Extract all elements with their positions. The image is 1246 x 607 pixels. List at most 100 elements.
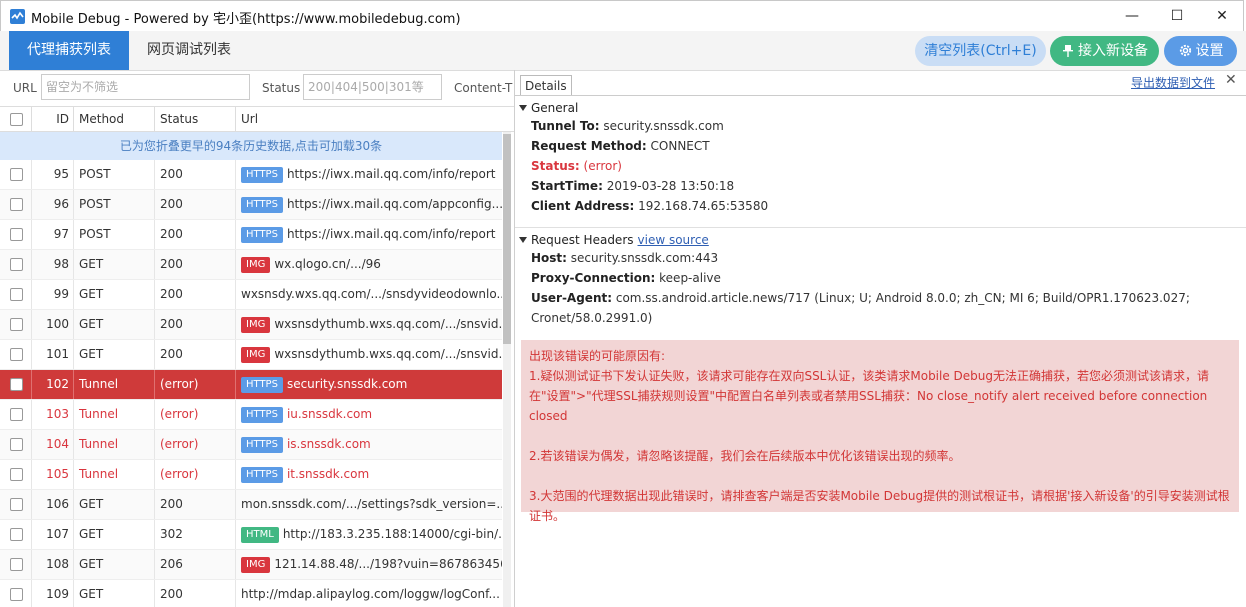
close-button[interactable]: ✕ [1199, 1, 1245, 32]
row-method: GET [74, 580, 155, 607]
tab-proxy-capture-list[interactable]: 代理捕获列表 [9, 31, 129, 70]
row-id: 103 [32, 400, 74, 429]
row-type-badge: HTTPS [241, 167, 283, 183]
user-agent-continuation: Cronet/58.0.2991.0) [531, 311, 653, 325]
row-checkbox[interactable] [10, 228, 23, 241]
table-row[interactable]: 106 GET 200 mon.snssdk.com/.../settings?sdk… [0, 490, 502, 520]
section-divider [515, 227, 1246, 228]
row-id: 99 [32, 280, 74, 309]
table-row[interactable]: 108 GET 206 IMG 121.14.88.48/.../198?vuin=86… [0, 550, 502, 580]
table-row[interactable]: 101 GET 200 IMG wxsnsdythumb.wxs.qq.com/.../… [0, 340, 502, 370]
view-source-link[interactable]: view source [638, 233, 709, 247]
connect-device-button[interactable]: 接入新设备 [1050, 36, 1159, 66]
row-checkbox[interactable] [10, 348, 23, 361]
row-select-cell [0, 400, 32, 429]
row-checkbox[interactable] [10, 468, 23, 481]
proxy-connection-field: Proxy-Connection: keep-alive [531, 271, 721, 285]
request-rows: 95 POST 200 HTTPS https://iwx.mail.qq.com/in… [0, 160, 502, 607]
row-checkbox[interactable] [10, 168, 23, 181]
maximize-button[interactable]: ☐ [1154, 1, 1200, 32]
row-select-cell [0, 430, 32, 459]
tunnel-to-key: Tunnel To: [531, 119, 600, 133]
header-method[interactable]: Method [74, 107, 155, 131]
table-row[interactable]: 98 GET 200 IMG wx.qlogo.cn/.../96 [0, 250, 502, 280]
tab-details[interactable]: Details [520, 75, 572, 96]
row-id: 105 [32, 460, 74, 489]
table-row[interactable]: 100 GET 200 IMG wxsnsdythumb.wxs.qq.com/.../… [0, 310, 502, 340]
row-select-cell [0, 460, 32, 489]
row-checkbox[interactable] [10, 318, 23, 331]
status-key: Status: [531, 159, 580, 173]
row-url-cell: mon.snssdk.com/.../settings?sdk_version=… [236, 490, 502, 519]
row-checkbox[interactable] [10, 378, 23, 391]
select-all-cell [0, 107, 32, 131]
pin-icon [1063, 45, 1073, 57]
tab-web-debug-list[interactable]: 网页调试列表 [136, 31, 242, 70]
request-headers-section-toggle[interactable]: Request Headers view source [519, 233, 709, 247]
table-row[interactable]: 104 Tunnel (error) HTTPS is.snssdk.com [0, 430, 502, 460]
row-type-badge: HTTPS [241, 437, 283, 453]
status-value: (error) [583, 159, 622, 173]
row-url-cell: HTTPS https://iwx.mail.qq.com/info/report [236, 160, 502, 189]
table-row[interactable]: 109 GET 200 http://mdap.alipaylog.com/loggw… [0, 580, 502, 607]
row-type-badge: HTTPS [241, 227, 283, 243]
client-address-key: Client Address: [531, 199, 635, 213]
header-url[interactable]: Url [236, 107, 502, 131]
minimize-button[interactable]: — [1109, 1, 1155, 32]
row-url-cell: IMG wxsnsdythumb.wxs.qq.com/.../snsvid... [236, 340, 502, 369]
table-row[interactable]: 103 Tunnel (error) HTTPS iu.snssdk.com [0, 400, 502, 430]
error-reason-2: 2.若该错误为偶发，请忽略该提醒，我们会在后续版本中优化该错误出现的频率。 [529, 449, 961, 463]
table-row[interactable]: 99 GET 200 wxsnsdy.wxs.qq.com/.../snsdyvide… [0, 280, 502, 310]
connect-device-label: 接入新设备 [1078, 43, 1148, 59]
header-id[interactable]: ID [32, 107, 74, 131]
row-checkbox[interactable] [10, 558, 23, 571]
row-url-cell: HTTPS security.snssdk.com [236, 370, 502, 399]
row-url-cell: HTTPS https://iwx.mail.qq.com/info/report [236, 220, 502, 249]
table-row[interactable]: 96 POST 200 HTTPS https://iwx.mail.qq.com/ap… [0, 190, 502, 220]
table-row[interactable]: 102 Tunnel (error) HTTPS security.snssdk.com [0, 370, 502, 400]
row-url: is.snssdk.com [286, 437, 371, 451]
row-checkbox[interactable] [10, 588, 23, 601]
row-checkbox[interactable] [10, 498, 23, 511]
row-checkbox[interactable] [10, 258, 23, 271]
settings-button[interactable]: 设置 [1164, 36, 1237, 66]
row-url: mon.snssdk.com/.../settings?sdk_version=… [241, 497, 502, 511]
table-header: ID Method Status Url [0, 106, 514, 132]
row-select-cell [0, 220, 32, 249]
row-url-cell: HTTPS it.snssdk.com [236, 460, 502, 489]
status-filter-input[interactable]: 200|404|500|301等 [303, 74, 442, 100]
load-history-notice[interactable]: 已为您折叠更早的94条历史数据,点击可加载30条 [0, 132, 502, 160]
header-status[interactable]: Status [155, 107, 236, 131]
row-checkbox[interactable] [10, 438, 23, 451]
url-filter-input[interactable]: 留空为不筛选 [41, 74, 250, 100]
row-method: GET [74, 550, 155, 579]
row-url: https://iwx.mail.qq.com/info/report [286, 227, 496, 241]
select-all-checkbox[interactable] [10, 113, 23, 126]
row-url: http://183.3.235.188:14000/cgi-bin/... [282, 527, 502, 541]
row-url-cell: http://mdap.alipaylog.com/loggw/logConf.… [236, 580, 502, 607]
row-checkbox[interactable] [10, 408, 23, 421]
list-scrollbar[interactable] [503, 132, 511, 607]
details-tab-divider [515, 95, 1246, 96]
table-row[interactable]: 107 GET 302 HTML http://183.3.235.188:14000/… [0, 520, 502, 550]
row-id: 96 [32, 190, 74, 219]
list-scrollbar-thumb[interactable] [503, 134, 511, 344]
table-row[interactable]: 95 POST 200 HTTPS https://iwx.mail.qq.com/in… [0, 160, 502, 190]
clear-list-button[interactable]: 清空列表(Ctrl+E) [915, 36, 1046, 66]
row-checkbox[interactable] [10, 288, 23, 301]
table-row[interactable]: 97 POST 200 HTTPS https://iwx.mail.qq.com/in… [0, 220, 502, 250]
row-checkbox[interactable] [10, 528, 23, 541]
row-id: 104 [32, 430, 74, 459]
gear-icon [1179, 44, 1191, 57]
general-section-toggle[interactable]: General [519, 101, 578, 115]
tunnel-to-value: security.snssdk.com [603, 119, 724, 133]
row-id: 106 [32, 490, 74, 519]
export-to-file-link[interactable]: 导出数据到文件 [1131, 74, 1215, 91]
row-method: POST [74, 220, 155, 249]
settings-label: 设置 [1195, 43, 1224, 59]
table-row[interactable]: 105 Tunnel (error) HTTPS it.snssdk.com [0, 460, 502, 490]
row-checkbox[interactable] [10, 198, 23, 211]
row-url: wxsnsdy.wxs.qq.com/.../snsdyvideodownlo.… [241, 287, 502, 301]
row-method: Tunnel [74, 430, 155, 459]
close-details-icon[interactable]: ✕ [1225, 72, 1237, 88]
